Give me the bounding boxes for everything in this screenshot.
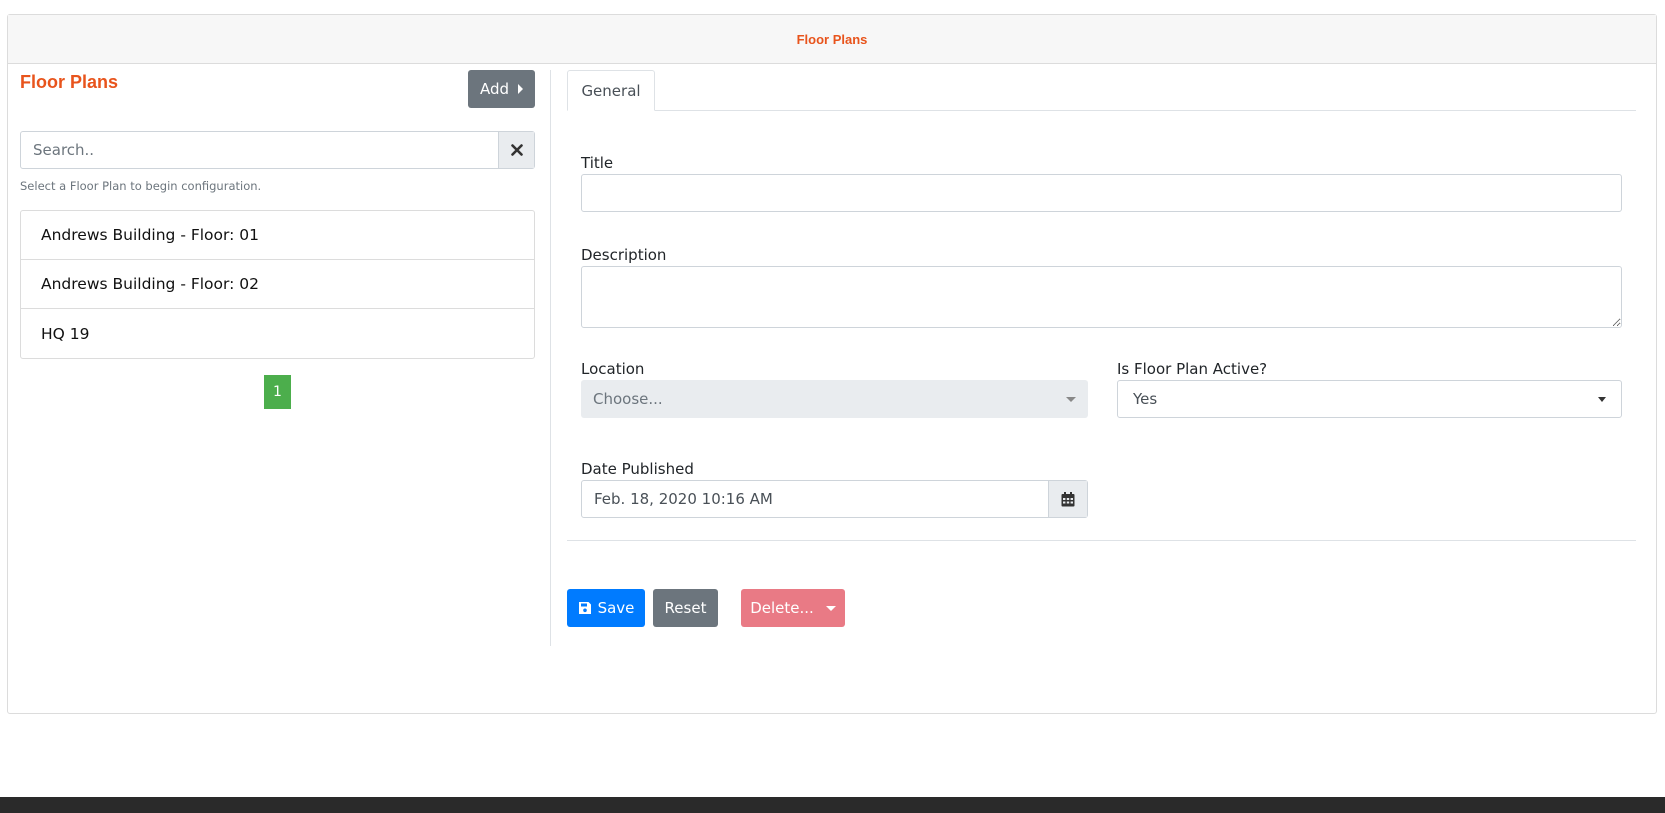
save-button-label: Save	[597, 599, 635, 617]
clear-search-button[interactable]	[498, 132, 534, 168]
chevron-down-icon	[1066, 396, 1076, 402]
description-label: Description	[581, 246, 667, 264]
date-published-label: Date Published	[581, 460, 694, 478]
floor-plan-list: Andrews Building - Floor: 01 Andrews Bui…	[20, 210, 535, 359]
add-button[interactable]: Add	[468, 70, 535, 108]
form-divider	[567, 540, 1636, 541]
calendar-icon	[1061, 491, 1075, 506]
close-icon	[510, 144, 523, 156]
panel-divider	[550, 70, 551, 646]
caret-right-icon	[518, 84, 524, 94]
reset-button[interactable]: Reset	[653, 589, 718, 627]
card-header: Floor Plans	[8, 15, 1656, 64]
list-item[interactable]: Andrews Building - Floor: 02	[21, 260, 534, 309]
calendar-button[interactable]	[1048, 481, 1087, 517]
active-select[interactable]: Yes	[1117, 380, 1622, 418]
location-select[interactable]: Choose...	[581, 380, 1088, 418]
page-footer	[0, 797, 1665, 813]
tab-general[interactable]: General	[567, 70, 655, 111]
save-icon	[578, 602, 591, 614]
list-item[interactable]: HQ 19	[21, 309, 534, 358]
title-label: Title	[581, 154, 614, 172]
caret-down-icon	[825, 605, 836, 611]
date-published-input[interactable]: Feb. 18, 2020 10:16 AM	[582, 481, 1048, 517]
title-input[interactable]	[581, 174, 1622, 212]
description-textarea[interactable]	[581, 266, 1622, 328]
location-label: Location	[581, 360, 645, 378]
delete-dropdown-button[interactable]: Delete...	[741, 589, 845, 627]
save-button[interactable]: Save	[567, 589, 645, 627]
location-placeholder: Choose...	[593, 390, 663, 408]
delete-button-label: Delete...	[750, 599, 814, 617]
add-button-label: Add	[479, 80, 510, 98]
date-published-group: Feb. 18, 2020 10:16 AM	[581, 480, 1088, 518]
chevron-down-icon	[1598, 396, 1606, 402]
card-header-title: Floor Plans	[796, 31, 868, 47]
tab-border	[567, 110, 1636, 111]
search-group	[20, 131, 535, 169]
active-label: Is Floor Plan Active?	[1117, 360, 1268, 378]
helper-text: Select a Floor Plan to begin configurati…	[20, 179, 262, 193]
list-item[interactable]: Andrews Building - Floor: 01	[21, 211, 534, 260]
active-select-value: Yes	[1133, 390, 1158, 408]
panel-title: Floor Plans	[20, 72, 119, 92]
search-input[interactable]	[21, 132, 498, 168]
pagination-page-1[interactable]: 1	[264, 375, 291, 409]
